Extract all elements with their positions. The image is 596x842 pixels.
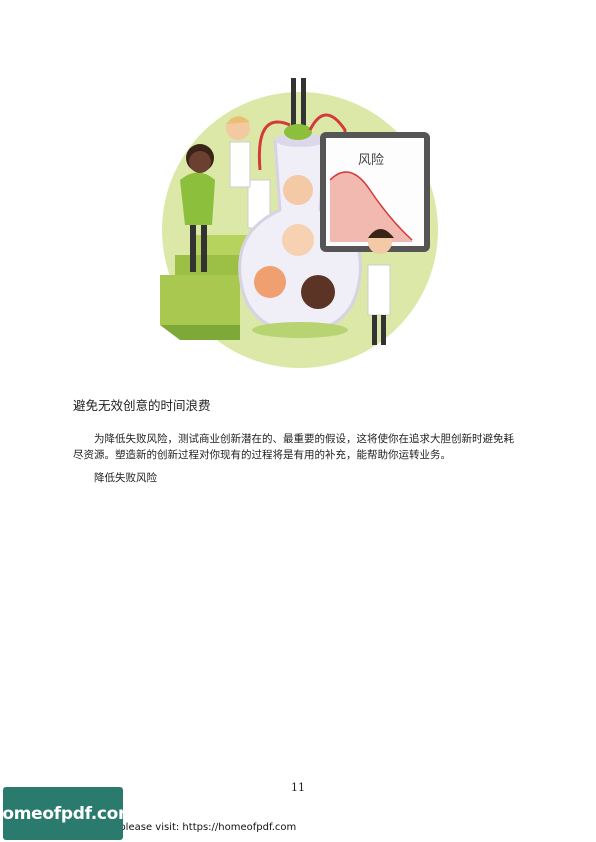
subheading-text: 降低失败风险 [94,472,157,484]
face-1 [283,175,313,205]
chart-label: 风险 [358,153,384,168]
footer-visit-link[interactable]: e please visit: https://homeofpdf.com [110,822,296,833]
face-2 [282,224,314,256]
homeofpdf-logo[interactable]: homeofpdf.com [0,787,136,840]
face-3 [254,266,286,298]
logo-text: homeofpdf.com [0,803,136,824]
body-paragraph: 为降低失败风险，测试商业创新潜在的、最重要的假设，这将使你在追求大胆创新时避免耗… [73,433,514,461]
face-4 [301,275,335,309]
section-heading: 避免无效创意的时间浪费 [73,398,211,413]
science-flask-risk-illustration: 风险 [160,78,438,368]
